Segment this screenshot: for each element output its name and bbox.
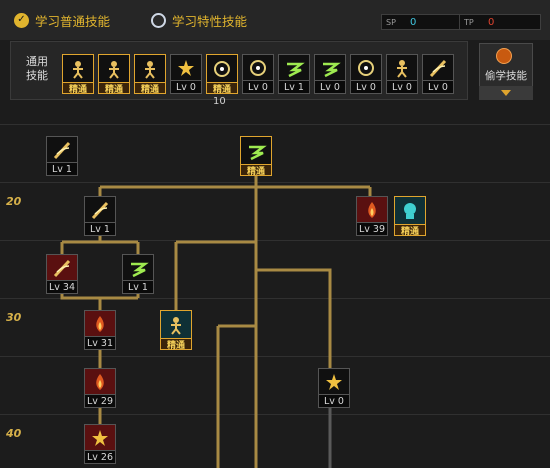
check-icon: ✓	[14, 12, 29, 28]
tree-skill-slot[interactable]: Lv 26	[84, 424, 116, 464]
tab-normal-skills[interactable]: ✓ 学习普通技能	[14, 10, 110, 30]
tree-skill-slot[interactable]: Lv 29	[84, 368, 116, 408]
skill-level: Lv 0	[422, 81, 454, 94]
skill-level: 精通	[240, 164, 272, 177]
sp-value: 0	[410, 16, 417, 28]
sprint-icon	[134, 54, 166, 84]
skill-level: Lv 0	[350, 81, 382, 94]
sp-points: SP 0	[381, 14, 463, 30]
common-skill-slot[interactable]: 精通	[206, 54, 238, 95]
tp-points: TP 0	[459, 14, 541, 30]
skill-level: Lv 29	[84, 395, 116, 408]
tp-value: 0	[488, 16, 495, 28]
skill-level: 精通	[134, 82, 166, 95]
common-skill-slot[interactable]: Lv 0	[170, 54, 202, 94]
tp-label: TP	[464, 17, 474, 27]
slash-icon	[46, 136, 78, 163]
skill-level: Lv 1	[278, 81, 310, 94]
common-skill-slot[interactable]: Lv 0	[314, 54, 346, 94]
tree-divider	[0, 298, 550, 299]
tree-skill-slot[interactable]: Lv 1	[46, 136, 78, 176]
common-skills-label: 通用技能	[26, 55, 48, 82]
common-skill-slot[interactable]: Lv 0	[242, 54, 274, 94]
skill-level: Lv 0	[386, 81, 418, 94]
common-skill-slot[interactable]: 精通	[134, 54, 166, 95]
skill-level: 精通	[62, 82, 94, 95]
radio-icon	[151, 12, 166, 28]
skill-level: Lv 34	[46, 281, 78, 294]
skill-level: Lv 0	[318, 395, 350, 408]
leap-icon	[278, 54, 310, 81]
tree-divider	[0, 356, 550, 357]
skill-level: Lv 39	[356, 223, 388, 236]
skill-level: Lv 0	[314, 81, 346, 94]
common-skill-slot[interactable]: 精通	[98, 54, 130, 95]
tree-skill-slot[interactable]: Lv 39	[356, 196, 388, 236]
whirl-icon	[46, 254, 78, 281]
skill-level: Lv 1	[122, 281, 154, 294]
armor-icon	[386, 54, 418, 81]
fist-icon	[160, 310, 192, 340]
tree-skill-slot[interactable]: 精通	[240, 136, 272, 177]
wings-icon	[170, 54, 202, 81]
tree-divider	[0, 182, 550, 183]
crescent-icon	[84, 196, 116, 223]
skill-level: Lv 31	[84, 337, 116, 350]
skull-icon	[394, 196, 426, 226]
explosion-icon	[318, 368, 350, 395]
skill-level: Lv 1	[84, 223, 116, 236]
claw-icon	[122, 254, 154, 281]
row-level-30: 30	[6, 311, 22, 324]
tree-divider	[0, 124, 550, 125]
steal-skills-label: 偷学技能	[485, 70, 527, 82]
skill-level: 精通	[98, 82, 130, 95]
tree-divider	[0, 240, 550, 241]
common-skill-slot[interactable]: 精通	[62, 54, 94, 95]
skill-level: 精通	[206, 82, 238, 95]
tab-normal-label: 学习普通技能	[35, 13, 111, 29]
burst-icon	[240, 136, 272, 166]
tree-skill-slot[interactable]: Lv 1	[84, 196, 116, 236]
red-wave-icon	[84, 368, 116, 395]
tree-skill-slot[interactable]: 精通	[160, 310, 192, 351]
tree-skill-slot[interactable]: Lv 1	[122, 254, 154, 294]
expand-button[interactable]	[479, 86, 533, 100]
skill-level: Lv 26	[84, 451, 116, 464]
coin-icon	[350, 54, 382, 81]
spark-icon	[84, 424, 116, 451]
sp-label: SP	[386, 17, 396, 27]
tree-divider	[0, 414, 550, 415]
kick-icon	[98, 54, 130, 84]
flex-icon	[62, 54, 94, 84]
tab-special-skills[interactable]: 学习特性技能	[151, 10, 247, 30]
tree-skill-slot[interactable]: Lv 34	[46, 254, 78, 294]
steal-icon	[496, 48, 512, 64]
summon-icon	[314, 54, 346, 81]
row-level-20: 20	[6, 195, 22, 208]
crosshair-icon	[242, 54, 274, 81]
target-icon	[206, 54, 238, 84]
chevron-down-icon	[501, 90, 511, 96]
common-count: 10	[213, 96, 226, 107]
tree-skill-slot[interactable]: Lv 0	[318, 368, 350, 408]
sword-icon	[422, 54, 454, 81]
skill-level: Lv 0	[242, 81, 274, 94]
skill-level: Lv 0	[170, 81, 202, 94]
skill-level: 精通	[160, 338, 192, 351]
tree-skill-slot[interactable]: 精通	[394, 196, 426, 237]
flame-blade-icon	[356, 196, 388, 223]
tab-special-label: 学习特性技能	[172, 13, 248, 29]
common-skill-slot[interactable]: Lv 1	[278, 54, 310, 94]
row-level-40: 40	[6, 427, 22, 440]
skill-level: 精通	[394, 224, 426, 237]
common-skill-slot[interactable]: Lv 0	[422, 54, 454, 94]
skill-level: Lv 1	[46, 163, 78, 176]
common-skill-slot[interactable]: Lv 0	[386, 54, 418, 94]
common-skill-slot[interactable]: Lv 0	[350, 54, 382, 94]
tree-skill-slot[interactable]: Lv 31	[84, 310, 116, 350]
fire-slash-icon	[84, 310, 116, 337]
